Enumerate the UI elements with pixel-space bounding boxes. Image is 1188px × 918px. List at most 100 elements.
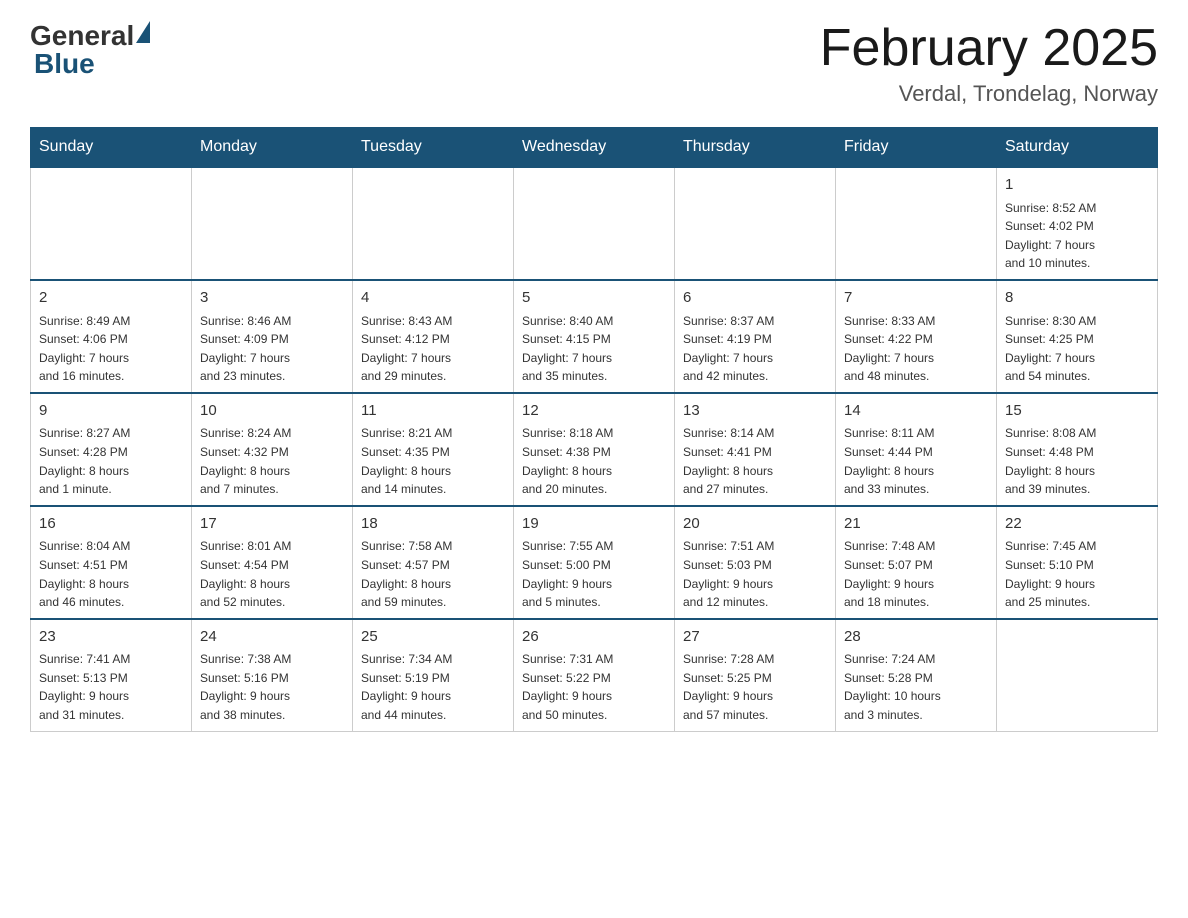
day-number: 23 — [39, 626, 183, 649]
day-info: Sunrise: 7:34 AMSunset: 5:19 PMDaylight:… — [361, 650, 505, 724]
calendar-day: 10Sunrise: 8:24 AMSunset: 4:32 PMDayligh… — [192, 393, 353, 506]
day-info: Sunrise: 7:24 AMSunset: 5:28 PMDaylight:… — [844, 650, 988, 724]
day-info: Sunrise: 7:58 AMSunset: 4:57 PMDaylight:… — [361, 537, 505, 611]
calendar-week-1: 1Sunrise: 8:52 AMSunset: 4:02 PMDaylight… — [31, 167, 1158, 280]
day-number: 10 — [200, 400, 344, 423]
title-block: February 2025 Verdal, Trondelag, Norway — [820, 20, 1158, 107]
day-info: Sunrise: 7:28 AMSunset: 5:25 PMDaylight:… — [683, 650, 827, 724]
col-sunday: Sunday — [31, 128, 192, 168]
calendar-day — [675, 167, 836, 280]
calendar-day: 27Sunrise: 7:28 AMSunset: 5:25 PMDayligh… — [675, 619, 836, 731]
calendar-day — [31, 167, 192, 280]
calendar-week-5: 23Sunrise: 7:41 AMSunset: 5:13 PMDayligh… — [31, 619, 1158, 731]
day-number: 24 — [200, 626, 344, 649]
col-tuesday: Tuesday — [353, 128, 514, 168]
calendar-day — [836, 167, 997, 280]
calendar-day — [353, 167, 514, 280]
day-info: Sunrise: 8:14 AMSunset: 4:41 PMDaylight:… — [683, 424, 827, 498]
day-number: 12 — [522, 400, 666, 423]
day-number: 18 — [361, 513, 505, 536]
calendar-day: 26Sunrise: 7:31 AMSunset: 5:22 PMDayligh… — [514, 619, 675, 731]
day-number: 3 — [200, 287, 344, 310]
day-number: 5 — [522, 287, 666, 310]
calendar-day: 3Sunrise: 8:46 AMSunset: 4:09 PMDaylight… — [192, 280, 353, 393]
day-number: 22 — [1005, 513, 1149, 536]
calendar-day: 20Sunrise: 7:51 AMSunset: 5:03 PMDayligh… — [675, 506, 836, 619]
day-info: Sunrise: 7:48 AMSunset: 5:07 PMDaylight:… — [844, 537, 988, 611]
day-info: Sunrise: 8:27 AMSunset: 4:28 PMDaylight:… — [39, 424, 183, 498]
calendar-day: 28Sunrise: 7:24 AMSunset: 5:28 PMDayligh… — [836, 619, 997, 731]
day-info: Sunrise: 8:46 AMSunset: 4:09 PMDaylight:… — [200, 312, 344, 386]
day-info: Sunrise: 7:41 AMSunset: 5:13 PMDaylight:… — [39, 650, 183, 724]
day-info: Sunrise: 8:04 AMSunset: 4:51 PMDaylight:… — [39, 537, 183, 611]
day-number: 1 — [1005, 174, 1149, 197]
calendar-day: 18Sunrise: 7:58 AMSunset: 4:57 PMDayligh… — [353, 506, 514, 619]
page-subtitle: Verdal, Trondelag, Norway — [820, 81, 1158, 107]
calendar-day: 23Sunrise: 7:41 AMSunset: 5:13 PMDayligh… — [31, 619, 192, 731]
calendar-week-3: 9Sunrise: 8:27 AMSunset: 4:28 PMDaylight… — [31, 393, 1158, 506]
day-info: Sunrise: 8:08 AMSunset: 4:48 PMDaylight:… — [1005, 424, 1149, 498]
col-wednesday: Wednesday — [514, 128, 675, 168]
day-number: 14 — [844, 400, 988, 423]
col-monday: Monday — [192, 128, 353, 168]
day-number: 16 — [39, 513, 183, 536]
logo-triangle-icon — [136, 21, 150, 43]
calendar-day — [192, 167, 353, 280]
calendar-day: 7Sunrise: 8:33 AMSunset: 4:22 PMDaylight… — [836, 280, 997, 393]
day-number: 6 — [683, 287, 827, 310]
calendar-day: 25Sunrise: 7:34 AMSunset: 5:19 PMDayligh… — [353, 619, 514, 731]
day-number: 15 — [1005, 400, 1149, 423]
calendar-day: 1Sunrise: 8:52 AMSunset: 4:02 PMDaylight… — [997, 167, 1158, 280]
day-info: Sunrise: 8:33 AMSunset: 4:22 PMDaylight:… — [844, 312, 988, 386]
day-info: Sunrise: 8:43 AMSunset: 4:12 PMDaylight:… — [361, 312, 505, 386]
day-number: 26 — [522, 626, 666, 649]
calendar-day: 8Sunrise: 8:30 AMSunset: 4:25 PMDaylight… — [997, 280, 1158, 393]
calendar-day: 21Sunrise: 7:48 AMSunset: 5:07 PMDayligh… — [836, 506, 997, 619]
logo-blue-text: Blue — [34, 48, 95, 80]
day-number: 13 — [683, 400, 827, 423]
calendar-day: 11Sunrise: 8:21 AMSunset: 4:35 PMDayligh… — [353, 393, 514, 506]
day-number: 19 — [522, 513, 666, 536]
day-number: 21 — [844, 513, 988, 536]
day-info: Sunrise: 8:52 AMSunset: 4:02 PMDaylight:… — [1005, 199, 1149, 273]
calendar-week-4: 16Sunrise: 8:04 AMSunset: 4:51 PMDayligh… — [31, 506, 1158, 619]
page-title: February 2025 — [820, 20, 1158, 77]
day-info: Sunrise: 7:51 AMSunset: 5:03 PMDaylight:… — [683, 537, 827, 611]
day-number: 20 — [683, 513, 827, 536]
day-info: Sunrise: 8:24 AMSunset: 4:32 PMDaylight:… — [200, 424, 344, 498]
calendar-day: 2Sunrise: 8:49 AMSunset: 4:06 PMDaylight… — [31, 280, 192, 393]
calendar-table: Sunday Monday Tuesday Wednesday Thursday… — [30, 127, 1158, 731]
day-number: 8 — [1005, 287, 1149, 310]
page-header: General Blue February 2025 Verdal, Trond… — [30, 20, 1158, 107]
day-info: Sunrise: 8:11 AMSunset: 4:44 PMDaylight:… — [844, 424, 988, 498]
calendar-day — [514, 167, 675, 280]
day-number: 2 — [39, 287, 183, 310]
calendar-day: 17Sunrise: 8:01 AMSunset: 4:54 PMDayligh… — [192, 506, 353, 619]
day-number: 28 — [844, 626, 988, 649]
day-number: 7 — [844, 287, 988, 310]
logo: General Blue — [30, 20, 150, 80]
day-info: Sunrise: 7:55 AMSunset: 5:00 PMDaylight:… — [522, 537, 666, 611]
calendar-day: 9Sunrise: 8:27 AMSunset: 4:28 PMDaylight… — [31, 393, 192, 506]
day-info: Sunrise: 8:49 AMSunset: 4:06 PMDaylight:… — [39, 312, 183, 386]
calendar-day: 12Sunrise: 8:18 AMSunset: 4:38 PMDayligh… — [514, 393, 675, 506]
day-number: 27 — [683, 626, 827, 649]
day-number: 17 — [200, 513, 344, 536]
calendar-day — [997, 619, 1158, 731]
calendar-header-row: Sunday Monday Tuesday Wednesday Thursday… — [31, 128, 1158, 168]
calendar-day: 14Sunrise: 8:11 AMSunset: 4:44 PMDayligh… — [836, 393, 997, 506]
day-info: Sunrise: 8:01 AMSunset: 4:54 PMDaylight:… — [200, 537, 344, 611]
calendar-day: 22Sunrise: 7:45 AMSunset: 5:10 PMDayligh… — [997, 506, 1158, 619]
day-number: 25 — [361, 626, 505, 649]
col-friday: Friday — [836, 128, 997, 168]
calendar-day: 19Sunrise: 7:55 AMSunset: 5:00 PMDayligh… — [514, 506, 675, 619]
calendar-day: 6Sunrise: 8:37 AMSunset: 4:19 PMDaylight… — [675, 280, 836, 393]
day-info: Sunrise: 8:37 AMSunset: 4:19 PMDaylight:… — [683, 312, 827, 386]
calendar-day: 15Sunrise: 8:08 AMSunset: 4:48 PMDayligh… — [997, 393, 1158, 506]
day-number: 9 — [39, 400, 183, 423]
calendar-day: 13Sunrise: 8:14 AMSunset: 4:41 PMDayligh… — [675, 393, 836, 506]
day-number: 11 — [361, 400, 505, 423]
calendar-week-2: 2Sunrise: 8:49 AMSunset: 4:06 PMDaylight… — [31, 280, 1158, 393]
day-info: Sunrise: 8:40 AMSunset: 4:15 PMDaylight:… — [522, 312, 666, 386]
day-info: Sunrise: 7:45 AMSunset: 5:10 PMDaylight:… — [1005, 537, 1149, 611]
